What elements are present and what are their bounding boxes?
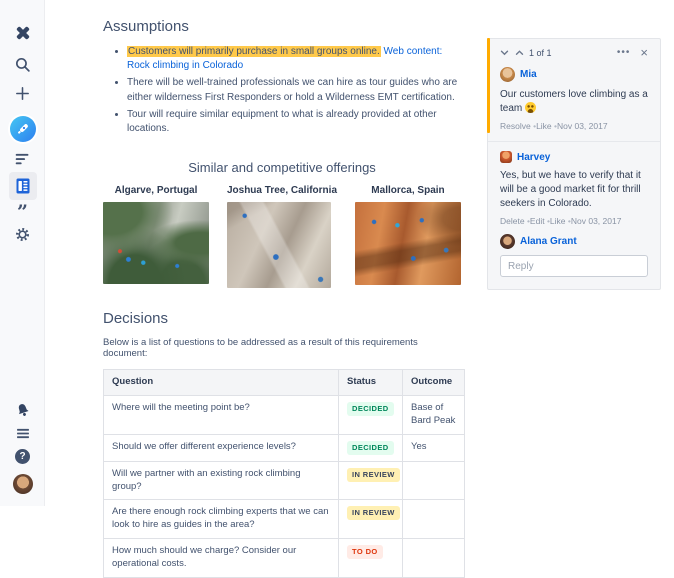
decisions-table: Question Status Outcome Where will the m… <box>103 369 465 578</box>
table-header-row: Question Status Outcome <box>103 369 465 396</box>
table-row: How much should we charge? Consider our … <box>103 537 465 578</box>
pages-icon-selected[interactable] <box>0 172 45 200</box>
comment-date: Nov 03, 2017 <box>557 121 608 131</box>
outcome-cell <box>402 537 465 578</box>
pages-icon <box>8 172 37 200</box>
menu-icon[interactable] <box>0 428 45 439</box>
assumptions-list: Customers will primarily purchase in sma… <box>103 45 461 136</box>
column-header-question: Question <box>103 369 339 396</box>
offering-figure: Mallorca, Spain <box>354 185 461 286</box>
document-body: Assumptions Customers will primarily pur… <box>103 18 465 578</box>
question-cell: Where will the meeting point be? <box>103 394 339 435</box>
search-icon[interactable] <box>0 56 45 73</box>
highlighted-comment-anchor[interactable]: Customers will primarily purchase in sma… <box>127 46 381 57</box>
app-root: ” ? Assumptions • Customers will primari… <box>0 0 674 578</box>
comment-date: Nov 03, 2017 <box>570 216 622 226</box>
user-photo <box>12 474 33 494</box>
delete-link[interactable]: Delete <box>500 216 530 226</box>
comments-panel-header: 1 of 1 ••• × <box>500 46 648 59</box>
decisions-intro: Below is a list of questions to be addre… <box>103 337 418 360</box>
assumptions-heading: Assumptions <box>103 18 189 35</box>
avatar[interactable] <box>500 151 512 163</box>
column-header-status: Status <box>338 369 403 396</box>
comment-pager: 1 of 1 <box>529 48 552 58</box>
edit-link[interactable]: Edit <box>530 216 550 226</box>
offering-figure: Joshua Tree, California <box>226 185 338 289</box>
more-options-icon[interactable]: ••• <box>617 48 631 58</box>
column-header-outcome: Outcome <box>402 369 465 396</box>
question-cell: Should we offer different experience lev… <box>103 433 339 462</box>
question-cell: How much should we charge? Consider our … <box>103 537 339 578</box>
status-badge: DECIDED <box>347 401 394 417</box>
comment-divider <box>488 141 660 142</box>
close-icon[interactable]: × <box>640 46 648 59</box>
offering-figure: Algarve, Portugal <box>103 185 209 285</box>
figure-caption: Joshua Tree, California <box>226 185 338 197</box>
chevron-up-icon[interactable] <box>515 50 524 56</box>
table-row: Where will the meeting point be? DECIDED… <box>103 394 465 435</box>
status-cell: DECIDED <box>338 394 403 435</box>
profile-avatar[interactable] <box>0 474 45 494</box>
help-glyph: ? <box>15 449 30 464</box>
comment-actions: DeleteEditLikeNov 03, 2017 <box>500 216 648 226</box>
comment-actions: ResolveLikeNov 03, 2017 <box>500 121 648 131</box>
assumption-item: Tour will require similar equipment to w… <box>127 108 461 136</box>
outcome-cell <box>402 460 465 501</box>
settings-icon[interactable] <box>0 226 45 243</box>
status-badge: IN REVIEW <box>347 467 400 482</box>
like-link[interactable]: Like <box>536 121 557 131</box>
status-badge: IN REVIEW <box>347 506 400 521</box>
status-badge: TO DO <box>347 544 383 560</box>
decisions-heading: Decisions <box>103 310 169 328</box>
reply-input[interactable] <box>500 255 648 277</box>
climbing-photo-mallorca[interactable] <box>354 202 461 286</box>
assumption-item: There will be well-trained professionals… <box>127 76 461 104</box>
offerings-gallery: Algarve, Portugal Joshua Tree, Californi… <box>103 185 461 289</box>
create-icon[interactable] <box>0 85 45 102</box>
question-cell: Will we partner with an existing rock cl… <box>103 460 339 501</box>
app-logo-icon[interactable] <box>0 24 45 42</box>
avatar[interactable] <box>500 234 515 249</box>
quotes-glyph: ” <box>17 201 28 223</box>
offerings-section: Similar and competitive offerings Algarv… <box>103 160 461 289</box>
outcome-cell: Yes <box>402 433 465 462</box>
status-cell: TO DO <box>338 537 403 578</box>
like-link[interactable]: Like <box>550 216 571 226</box>
resolve-link[interactable]: Resolve <box>500 121 536 131</box>
reply-section: Alana Grant <box>500 234 648 277</box>
rocket-icon <box>9 116 36 142</box>
status-cell: DECIDED <box>338 433 403 462</box>
quotes-icon[interactable]: ” <box>0 201 45 223</box>
status-cell: IN REVIEW <box>338 460 403 501</box>
reply-author[interactable]: Alana Grant <box>520 236 577 247</box>
chevron-down-icon[interactable] <box>500 50 509 56</box>
climbing-photo-algarve[interactable] <box>103 202 209 285</box>
climbing-photo-joshua-tree[interactable] <box>226 202 331 289</box>
space-avatar[interactable] <box>0 116 45 142</box>
offerings-heading: Similar and competitive offerings <box>188 160 376 176</box>
avatar[interactable] <box>500 67 515 82</box>
comment: Mia Our customers love climbing as a tea… <box>500 67 648 131</box>
comment: Harvey Yes, but we have to verify that i… <box>500 151 648 226</box>
global-sidebar: ” ? <box>0 0 45 506</box>
comment-text: Our customers love climbing as a team <box>500 89 648 114</box>
sidebar-bottom-group: ? <box>0 402 45 494</box>
decisions-section: Decisions Below is a list of questions t… <box>103 310 465 578</box>
assumption-item: Customers will primarily purchase in sma… <box>127 45 461 73</box>
table-row: Will we partner with an existing rock cl… <box>103 460 465 501</box>
help-icon[interactable]: ? <box>0 449 45 464</box>
status-badge: DECIDED <box>347 440 394 455</box>
notifications-bell-icon[interactable] <box>0 402 45 418</box>
figure-caption: Algarve, Portugal <box>114 185 198 197</box>
figure-caption: Mallorca, Spain <box>371 185 445 197</box>
smiley-emoji-icon <box>525 102 537 113</box>
comment-author[interactable]: Mia <box>520 69 537 80</box>
comment-text: Yes, but we have to verify that it will … <box>500 170 641 209</box>
comment-author[interactable]: Harvey <box>517 152 550 163</box>
outcome-cell: Base of Bard Peak <box>402 394 465 435</box>
table-row: Should we offer different experience lev… <box>103 433 465 462</box>
comment-anchor-bar <box>487 38 490 133</box>
activity-icon[interactable] <box>0 152 45 166</box>
inline-comments-panel: 1 of 1 ••• × Mia Our customers love clim… <box>487 38 661 290</box>
